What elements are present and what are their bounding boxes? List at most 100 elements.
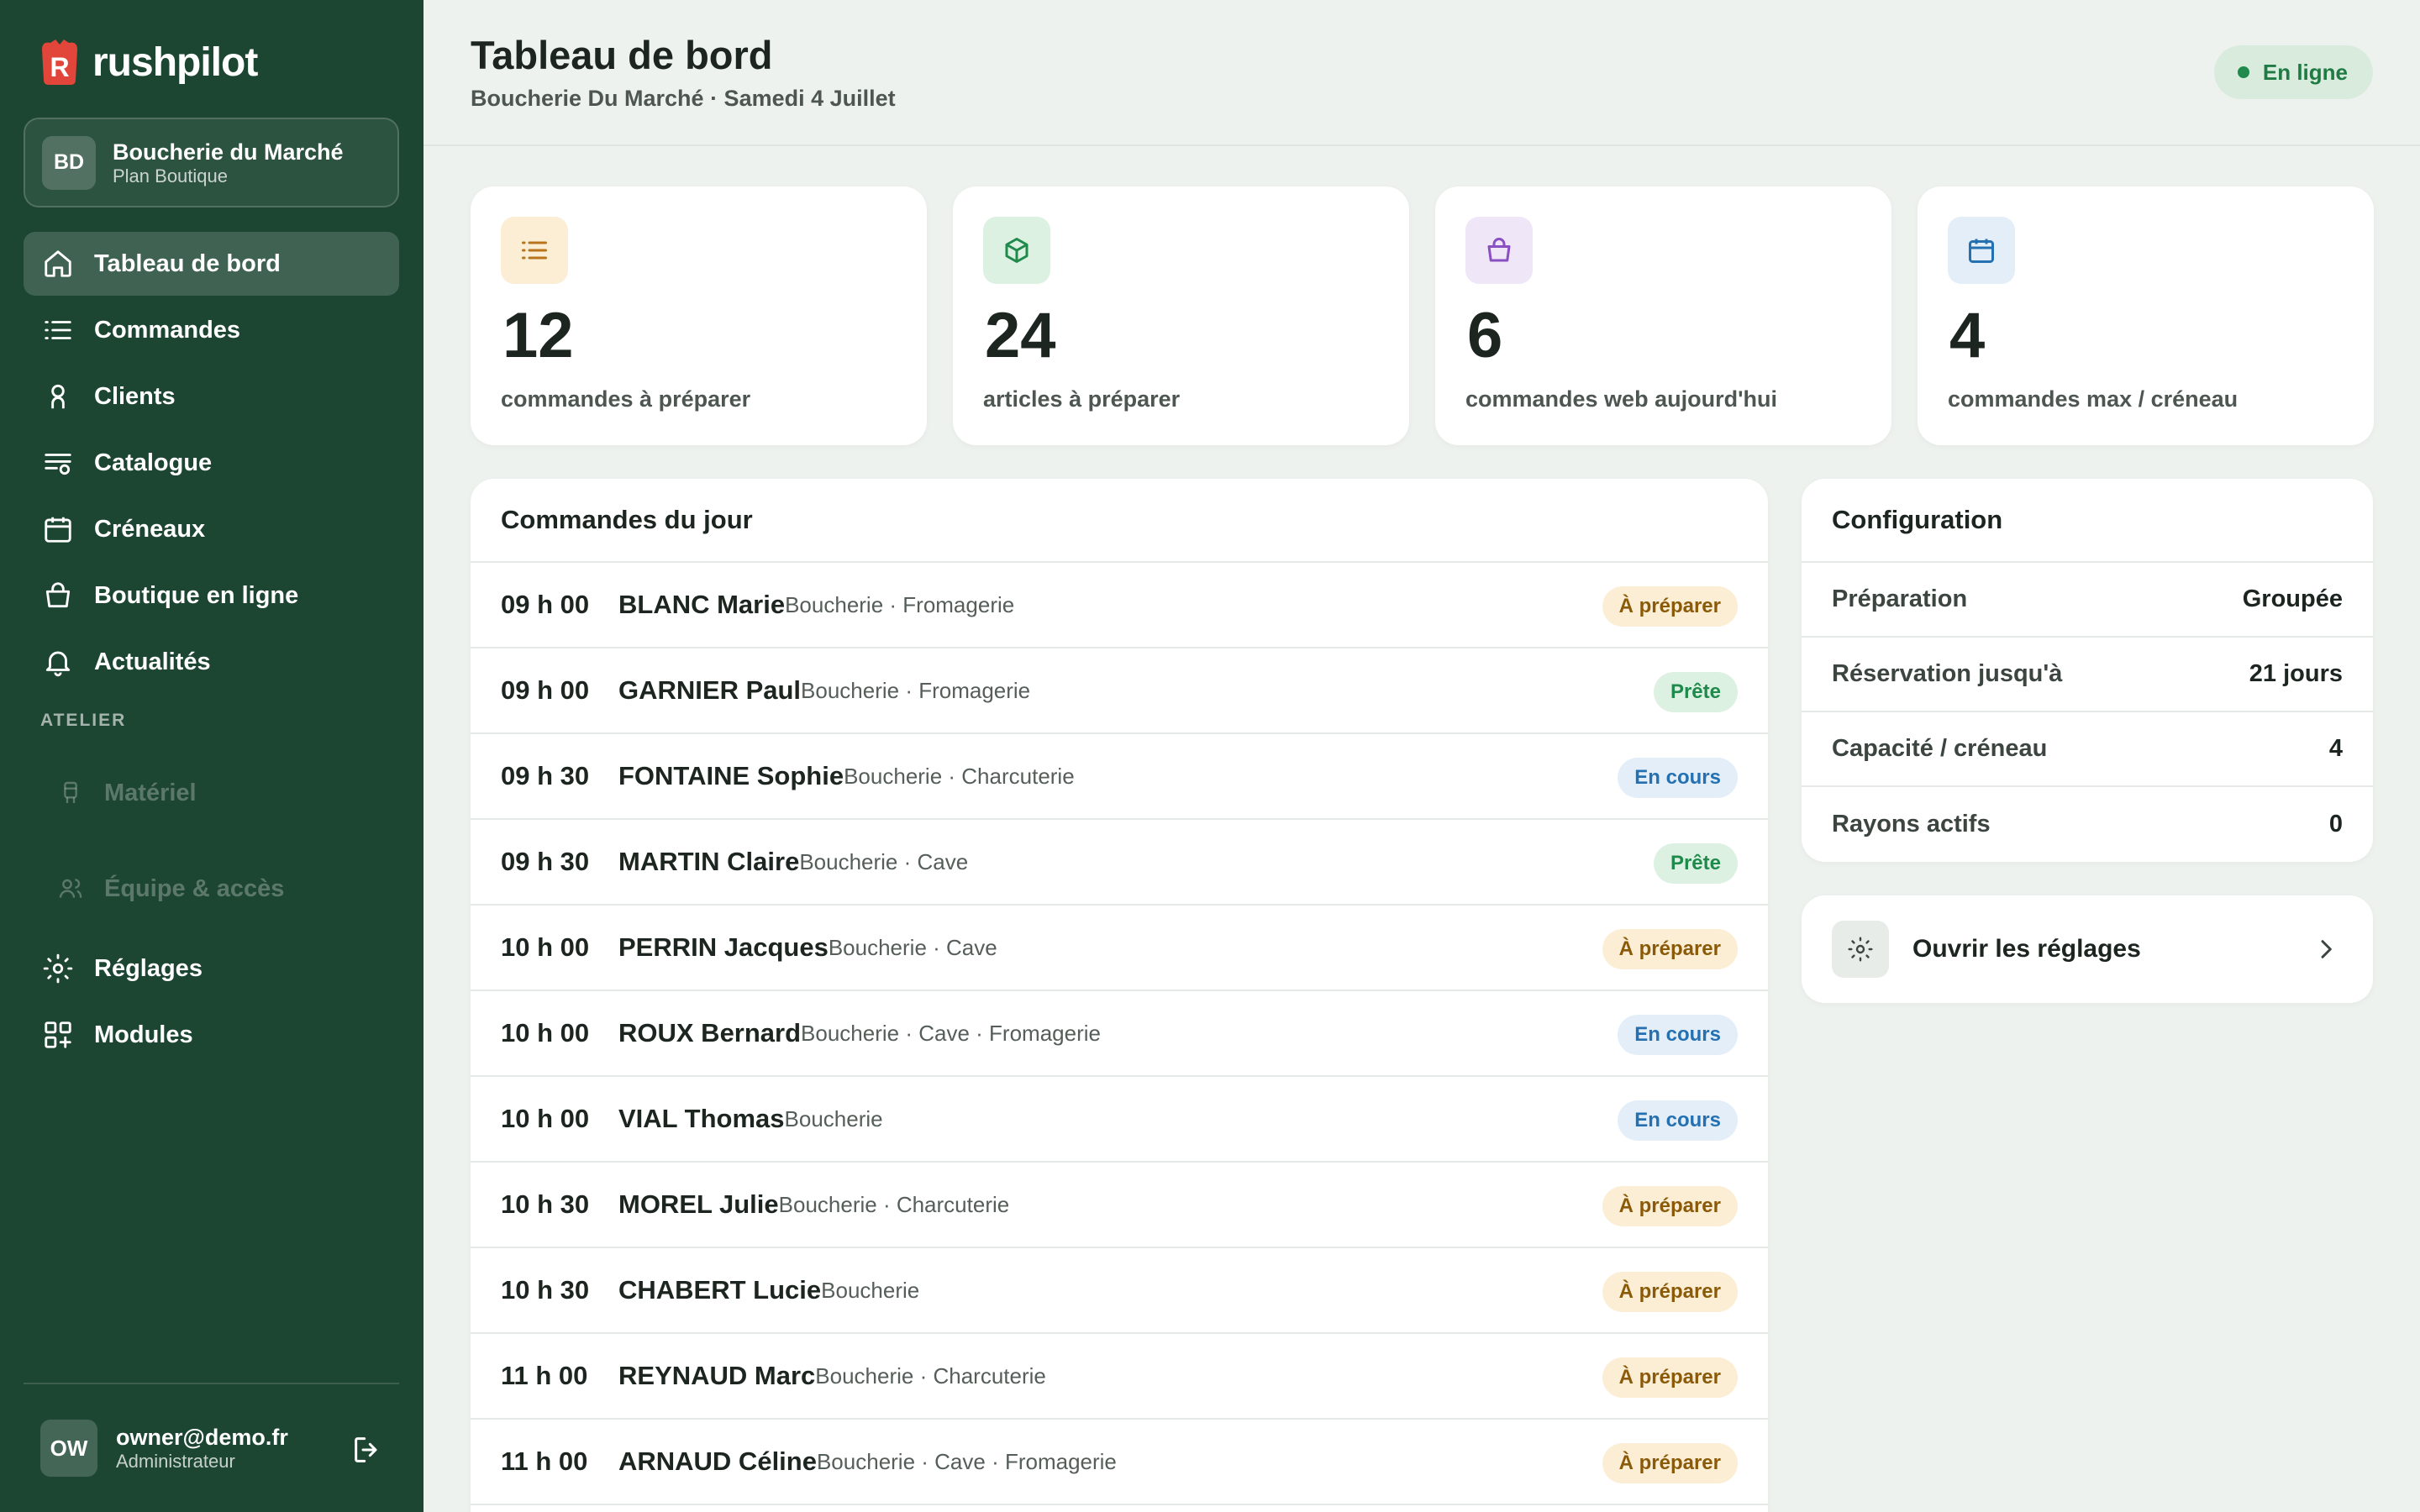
sidebar-item-label: Modules: [94, 1021, 193, 1048]
user-icon: [51, 384, 65, 409]
table-row[interactable]: 09 h 30 MARTIN Claire Boucherie · Cave Prêt…: [471, 820, 1768, 906]
sidebar-item-orders[interactable]: Commandes: [24, 298, 399, 362]
order-categories: Boucherie: [784, 1105, 883, 1131]
order-customer-name: ARNAUD Céline: [618, 1446, 817, 1476]
table-row[interactable]: 11 h 00 ARNAUD Céline Boucherie · Cave · F…: [471, 1420, 1768, 1505]
stat-value: 4: [1949, 300, 1986, 371]
sidebar-item-label: Actualités: [94, 648, 211, 675]
status-badge: À préparer: [1602, 586, 1738, 627]
open-settings-button[interactable]: Ouvrir les réglages: [1802, 895, 2373, 1003]
status-badge: En cours: [1618, 1015, 1738, 1055]
sidebar-item-label: Créneaux: [94, 515, 206, 543]
sidebar-item-label: Matériel: [104, 779, 197, 806]
sidebar-item-settings[interactable]: Réglages: [24, 937, 399, 1000]
shopping-bag-icon: [45, 582, 71, 608]
user-email: owner@demo.fr: [116, 1425, 288, 1450]
stat-card-web-orders[interactable]: 6 commandes web aujourd'hui: [1435, 186, 1891, 445]
table-row[interactable]: 10 h 00 ROUX Bernard Boucherie · Cave · Fr…: [471, 991, 1768, 1077]
store-name: Boucherie du Marché: [113, 139, 344, 165]
page-header: Tableau de bord Boucherie Du Marché · Sa…: [424, 0, 2420, 146]
shopping-bag-icon: [1465, 217, 1533, 284]
order-categories: Boucherie · Cave: [828, 934, 997, 960]
status-badge: Prête: [1653, 843, 1738, 884]
svg-text:R: R: [50, 52, 69, 82]
order-categories: Boucherie · Charcuterie: [778, 1191, 1010, 1217]
calendar-icon: [45, 517, 71, 543]
online-status-label: En ligne: [2262, 59, 2348, 85]
stat-value: 6: [1467, 300, 1503, 371]
sidebar-section-heading: ATELIER: [40, 711, 127, 730]
sidebar-item-modules[interactable]: Modules: [24, 1003, 399, 1067]
stat-card-orders-to-prepare[interactable]: 12 commandes à préparer: [471, 186, 927, 445]
config-value: 4: [2328, 735, 2343, 762]
table-row[interactable]: 10 h 30 MOREL Julie Boucherie · Charcuteri…: [471, 1163, 1768, 1248]
sidebar-item-news[interactable]: Actualités: [24, 630, 399, 694]
logout-icon[interactable]: [350, 1433, 384, 1467]
order-customer-name: PERRIN Jacques: [618, 932, 829, 962]
panel-title: Commandes du jour: [471, 479, 1768, 563]
table-row[interactable]: 10 h 30 CHABERT Lucie Boucherie À préparer: [471, 1248, 1768, 1334]
sidebar-item-equipment: Matériel: [24, 745, 399, 841]
order-customer-name: ROUX Bernard: [618, 1018, 802, 1047]
table-row[interactable]: 10 h 00 VIAL Thomas Boucherie En cours: [471, 1077, 1768, 1163]
stat-label: articles à préparer: [983, 386, 1181, 412]
config-row: Préparation Groupée: [1802, 563, 2373, 638]
config-label: Capacité / créneau: [1832, 735, 2048, 762]
stat-label: commandes à préparer: [501, 386, 751, 412]
user-avatar: OW: [40, 1420, 97, 1477]
stat-card-items-to-prepare[interactable]: 24 articles à préparer: [953, 186, 1409, 445]
order-categories: Boucherie · Charcuterie: [844, 763, 1075, 789]
panel-title: Configuration: [1802, 479, 2373, 563]
config-value: 0: [2328, 811, 2343, 837]
orders-list: 09 h 00 BLANC Marie Boucherie · Fromagerie…: [471, 563, 1768, 1505]
sidebar-item-dashboard[interactable]: Tableau de bord: [24, 232, 399, 296]
home-icon: [45, 250, 71, 277]
sidebar-item-label: Catalogue: [94, 449, 213, 476]
order-categories: Boucherie · Cave: [799, 848, 969, 874]
order-customer-name: CHABERT Lucie: [618, 1275, 822, 1305]
order-time: 09 h 30: [501, 847, 590, 876]
config-list: Préparation Groupée Réservation jusqu'à 21 …: [1802, 563, 2373, 862]
table-row[interactable]: 09 h 00 GARNIER Paul Boucherie · Fromageri…: [471, 648, 1768, 734]
config-row: Rayons actifs 0: [1802, 787, 2373, 862]
sidebar: R rushpilot BD Boucherie du Marché Plan …: [0, 0, 424, 1512]
order-time: 10 h 30: [501, 1189, 590, 1219]
catalog-icon: [45, 454, 71, 475]
sidebar-item-label: Commandes: [94, 316, 241, 344]
config-row: Capacité / créneau 4: [1802, 712, 2373, 787]
order-time: 09 h 00: [501, 675, 590, 705]
list-icon: [501, 217, 568, 284]
order-categories: Boucherie · Cave · Fromagerie: [816, 1448, 1117, 1474]
sidebar-item-label: Tableau de bord: [94, 249, 281, 277]
order-customer-name: VIAL Thomas: [618, 1104, 785, 1133]
store-plan: Plan Boutique: [113, 165, 228, 186]
online-status-badge: En ligne: [2213, 45, 2373, 99]
stats-row: 12 commandes à préparer 24 articles à pr…: [471, 186, 2374, 445]
order-time: 10 h 30: [501, 1275, 590, 1305]
table-row[interactable]: 11 h 00 REYNAUD Marc Boucherie · Charcuter…: [471, 1334, 1768, 1420]
stat-card-max-per-slot[interactable]: 4 commandes max / créneau: [1918, 186, 2374, 445]
sidebar-item-clients[interactable]: Clients: [24, 365, 399, 428]
brand-logo[interactable]: R rushpilot: [37, 37, 258, 87]
sidebar-item-slots[interactable]: Créneaux: [24, 497, 399, 561]
config-label: Préparation: [1832, 585, 1968, 612]
todays-orders-panel: Commandes du jour 09 h 00 BLANC Marie Bouc…: [471, 479, 1768, 1512]
config-value: 21 jours: [2249, 660, 2343, 687]
table-row[interactable]: 09 h 00 BLANC Marie Boucherie · Fromagerie…: [471, 563, 1768, 648]
store-switcher[interactable]: BD Boucherie du Marché Plan Boutique: [24, 118, 399, 207]
table-row[interactable]: 10 h 00 PERRIN Jacques Boucherie · Cave À p…: [471, 906, 1768, 991]
order-time: 11 h 00: [501, 1361, 588, 1390]
order-customer-name: FONTAINE Sophie: [618, 761, 844, 790]
stat-value: 12: [502, 300, 574, 371]
status-badge: À préparer: [1602, 1357, 1738, 1398]
order-customer-name: BLANC Marie: [618, 590, 786, 619]
config-row: Réservation jusqu'à 21 jours: [1802, 638, 2373, 712]
order-time: 10 h 00: [501, 932, 590, 962]
sidebar-item-catalog[interactable]: Catalogue: [24, 431, 399, 495]
status-badge: En cours: [1618, 1100, 1738, 1141]
page-title: Tableau de bord: [471, 33, 773, 77]
order-time: 11 h 00: [501, 1446, 588, 1476]
list-icon: [45, 321, 71, 339]
table-row[interactable]: 09 h 30 FONTAINE Sophie Boucherie · Charcu…: [471, 734, 1768, 820]
sidebar-item-online-shop[interactable]: Boutique en ligne: [24, 564, 399, 627]
